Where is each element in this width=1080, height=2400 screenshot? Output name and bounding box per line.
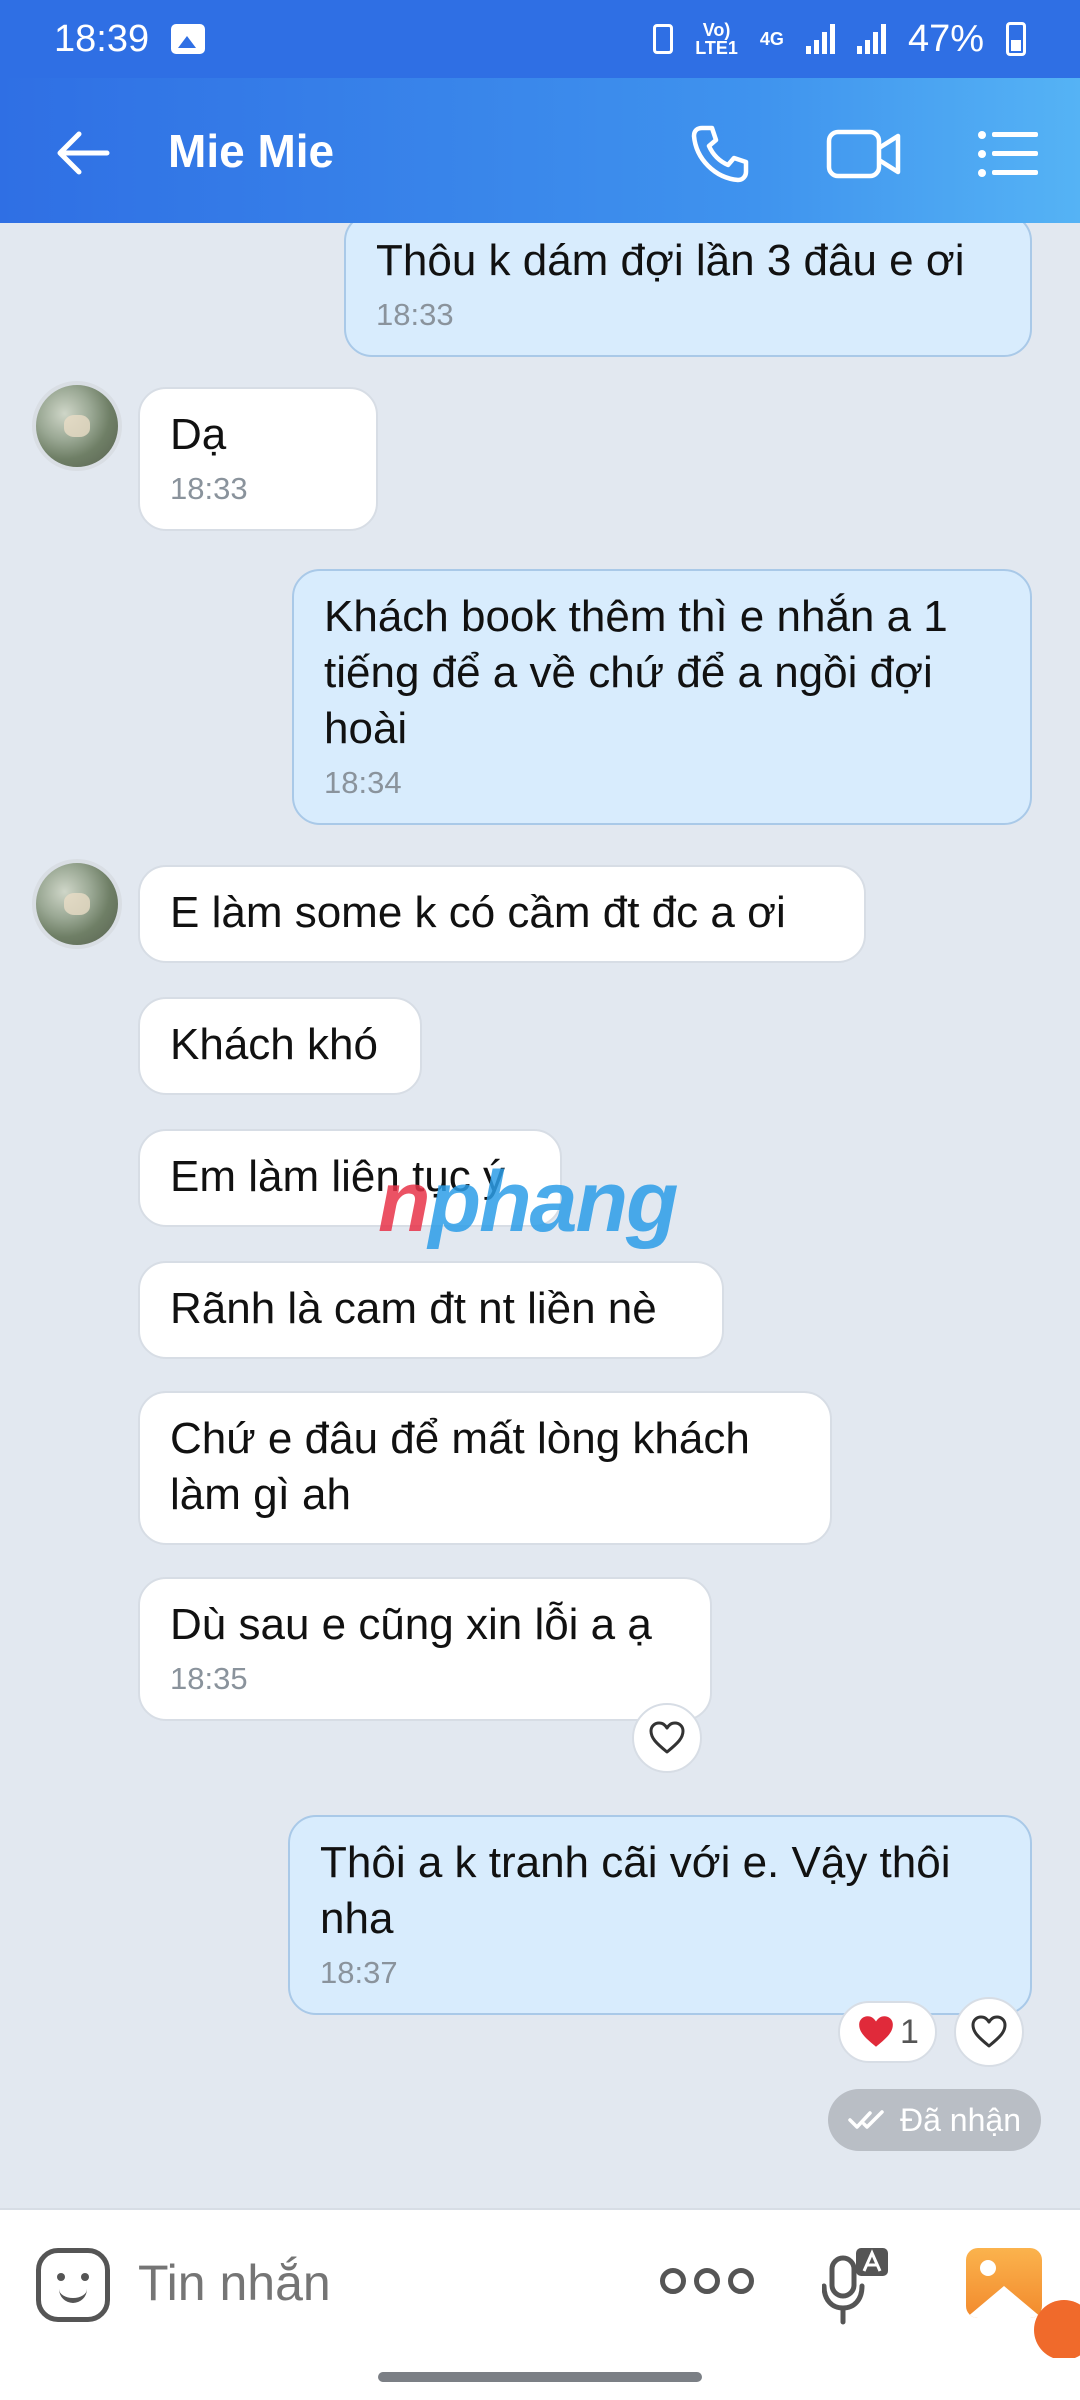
message-text: Chứ e đâu để mất lòng khách làm gì ah <box>170 1414 750 1519</box>
system-nav-bar <box>0 2358 1080 2400</box>
reaction-count: 1 <box>900 2012 919 2051</box>
message-text: Khách khó <box>170 1020 378 1069</box>
message-text: Khách book thêm thì e nhắn a 1 tiếng để … <box>324 592 948 753</box>
message-outgoing[interactable]: Thôi a k tranh cãi với e. Vậy thôi nha 1… <box>288 1815 1032 2015</box>
sim-card-icon <box>653 24 674 54</box>
message-time: 18:33 <box>170 471 248 506</box>
message-text: Dù sau e cũng xin lỗi a ạ <box>170 1600 652 1649</box>
list-menu-icon <box>978 131 1038 177</box>
chat-options-button[interactable] <box>968 114 1048 194</box>
arrow-left-icon <box>57 131 110 175</box>
dot <box>660 2268 686 2294</box>
voice-call-button[interactable] <box>680 114 760 194</box>
chat-header: Mie Mie <box>0 78 1080 223</box>
contact-avatar[interactable] <box>32 381 122 471</box>
more-options-button[interactable] <box>660 2268 754 2294</box>
message-incoming[interactable]: Rãnh là cam đt nt liền nè <box>138 1261 724 1359</box>
emoji-eye <box>81 2273 89 2281</box>
voice-message-button[interactable] <box>821 2246 892 2326</box>
message-input[interactable] <box>138 2254 598 2312</box>
react-button[interactable] <box>954 1997 1024 2067</box>
status-bar-left: 18:39 <box>54 17 206 61</box>
message-time: 18:35 <box>170 1661 248 1696</box>
message-outgoing[interactable]: Khách book thêm thì e nhắn a 1 tiếng để … <box>292 569 1032 825</box>
phone-icon <box>691 125 749 183</box>
delivery-status-text: Đã nhận <box>900 2101 1021 2138</box>
contact-avatar[interactable] <box>32 859 122 949</box>
lte-label: LTE1 <box>695 38 738 58</box>
status-bar: 18:39 Vo) LTE1 4G 47% <box>0 0 1080 78</box>
dot <box>728 2268 754 2294</box>
status-time: 18:39 <box>54 17 150 60</box>
dot <box>694 2268 720 2294</box>
message-text: E làm some k có cầm đt đc a ơi <box>170 888 786 937</box>
watermark-logo: nphang <box>378 1153 679 1252</box>
watermark-rest: phang <box>428 1154 679 1250</box>
network-gen-indicator: 4G <box>759 29 784 49</box>
video-call-button[interactable] <box>824 114 904 194</box>
battery-percent: 47% <box>907 17 984 60</box>
message-time: 18:34 <box>324 765 402 800</box>
emoji-mouth <box>59 2287 87 2303</box>
microphone-icon <box>821 2248 888 2325</box>
emoji-eye <box>57 2273 65 2281</box>
reaction-summary[interactable]: 1 <box>838 2001 937 2063</box>
message-text: Dạ <box>170 410 227 459</box>
status-bar-right: Vo) LTE1 4G 47% <box>653 18 1026 61</box>
back-button[interactable] <box>48 118 118 188</box>
contact-name[interactable]: Mie Mie <box>168 124 334 178</box>
video-camera-icon <box>826 129 901 179</box>
image-icon-sun <box>980 2260 996 2276</box>
message-text: Thôu k dám đợi lần 3 đâu e ơi <box>376 236 965 285</box>
message-incoming[interactable]: Khách khó <box>138 997 422 1095</box>
send-image-button[interactable] <box>966 2248 1042 2318</box>
message-outgoing[interactable]: Thôu k dám đợi lần 3 đâu e ơi 18:33 <box>344 223 1032 357</box>
watermark-first: n <box>378 1154 431 1250</box>
home-gesture-handle[interactable] <box>378 2372 702 2382</box>
volte-label: Vo) <box>702 20 731 40</box>
message-list[interactable]: Thôu k dám đợi lần 3 đâu e ơi 18:33 Dạ 1… <box>0 223 1080 2208</box>
message-incoming[interactable]: E làm some k có cầm đt đc a ơi <box>138 865 866 963</box>
message-text: Rãnh là cam đt nt liền nè <box>170 1284 657 1333</box>
message-incoming[interactable]: Dù sau e cũng xin lỗi a ạ 18:35 <box>138 1577 712 1721</box>
message-time: 18:37 <box>320 1955 398 1990</box>
heart-outline-icon <box>649 1721 685 1754</box>
delivery-status: Đã nhận <box>828 2089 1041 2151</box>
signal-icon-2 <box>856 24 886 54</box>
message-incoming[interactable]: Chứ e đâu để mất lòng khách làm gì ah <box>138 1391 832 1545</box>
message-input-bar <box>0 2208 1080 2358</box>
battery-icon <box>1006 22 1026 56</box>
message-incoming[interactable]: Dạ 18:33 <box>138 387 378 531</box>
double-check-icon <box>848 2110 884 2129</box>
react-button[interactable] <box>632 1703 702 1773</box>
message-time: 18:33 <box>376 297 454 332</box>
gallery-notification-icon <box>171 24 206 54</box>
message-text: Thôi a k tranh cãi với e. Vậy thôi nha <box>320 1838 951 1943</box>
volte-indicator: Vo) LTE1 <box>695 21 738 57</box>
emoji-button[interactable] <box>36 2248 110 2322</box>
signal-icon-1 <box>805 24 835 54</box>
heart-outline-icon <box>971 2015 1007 2048</box>
heart-icon <box>859 2016 893 2047</box>
image-icon-mountain <box>966 2286 1042 2318</box>
